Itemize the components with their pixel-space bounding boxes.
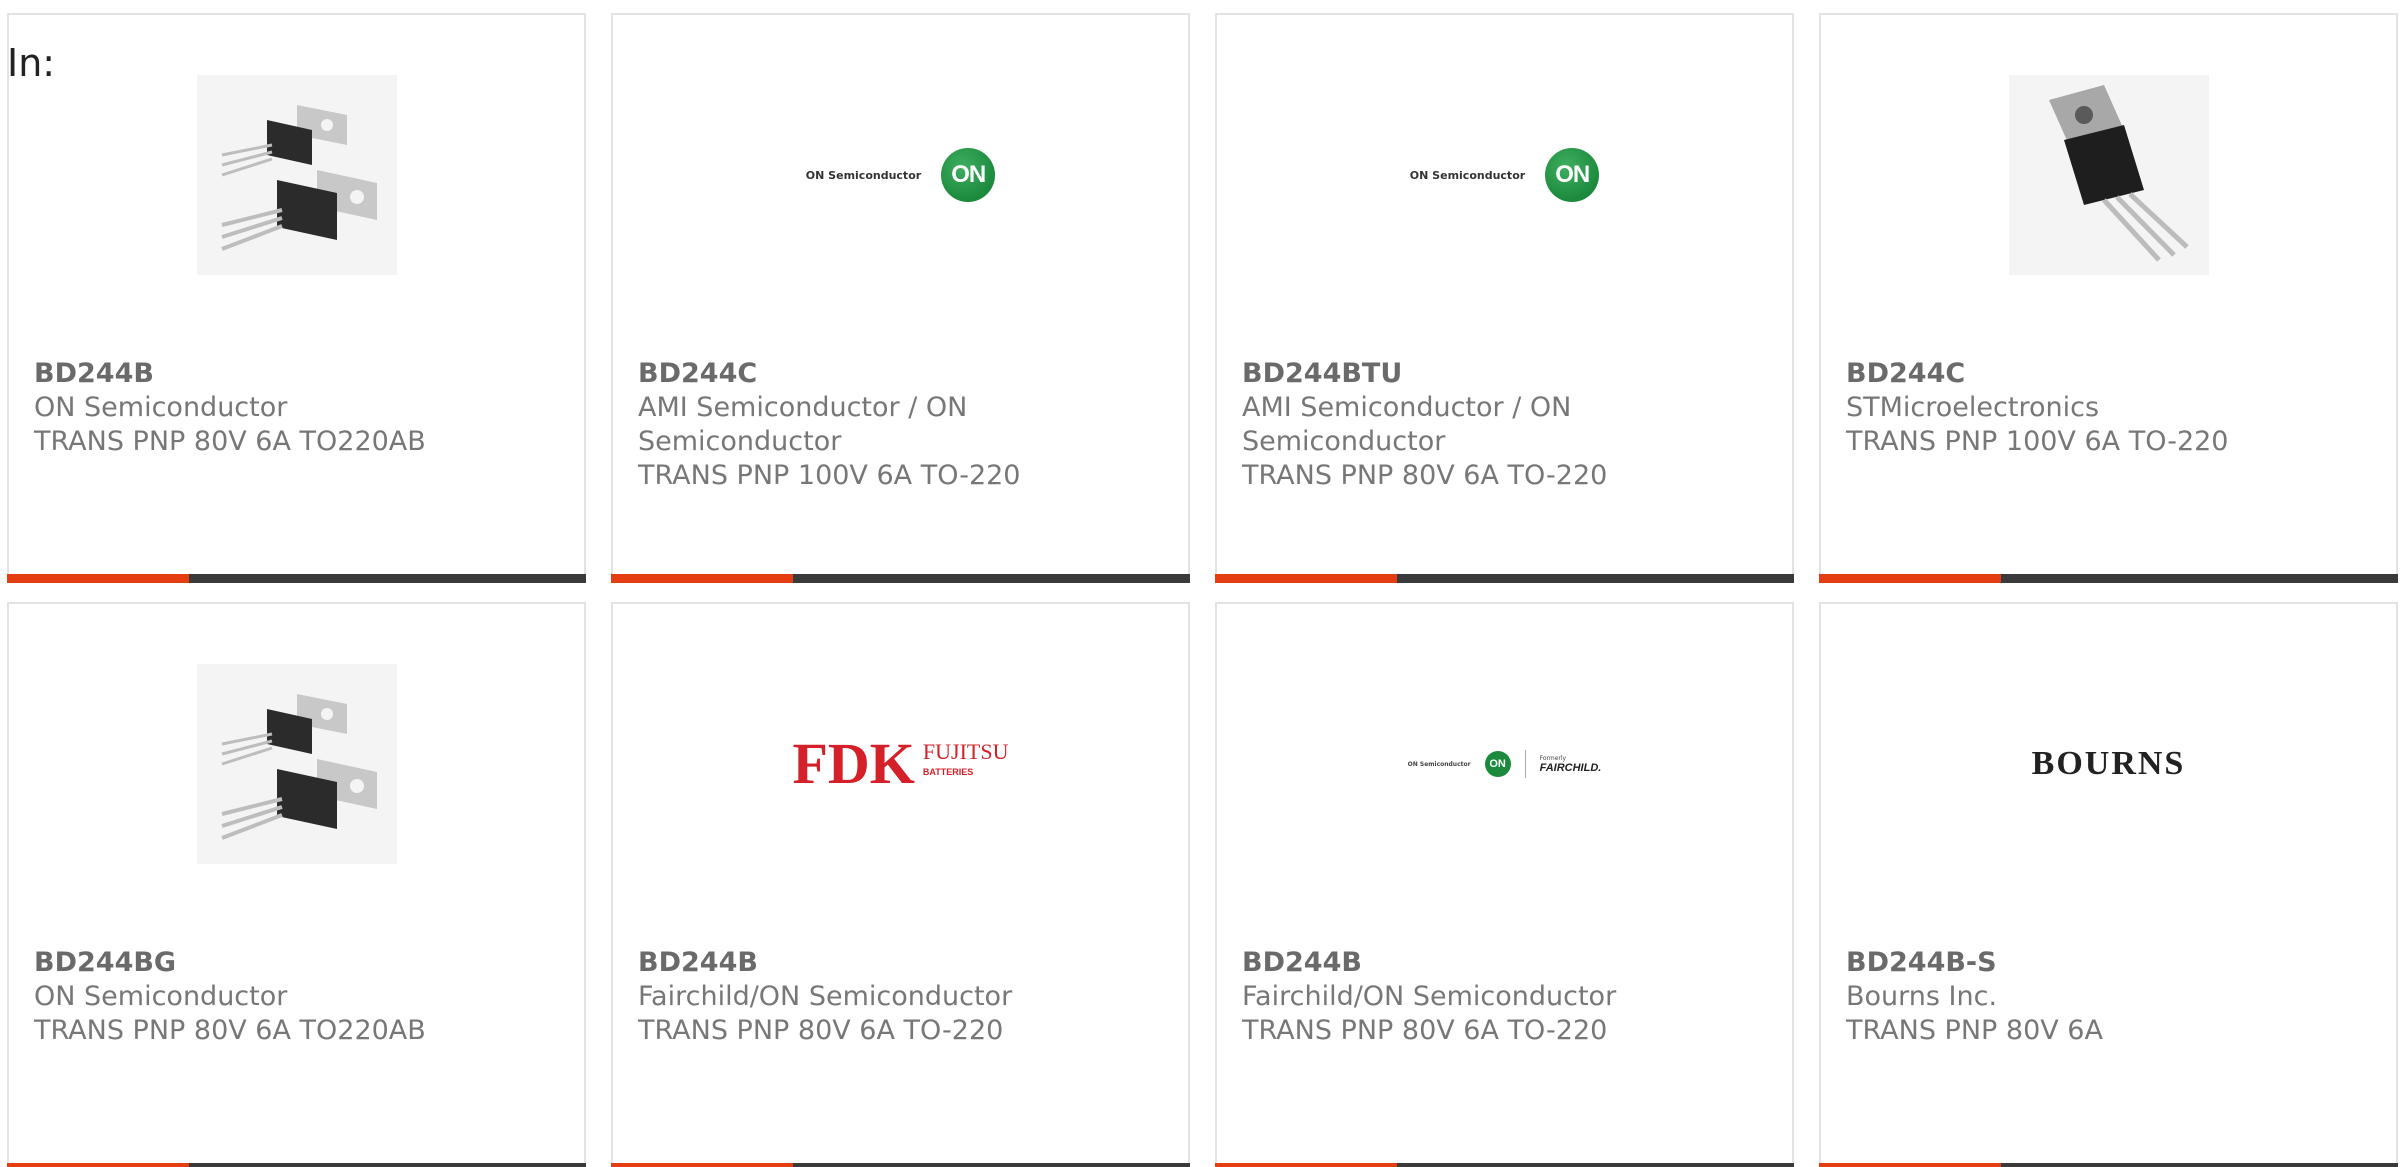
- product-card[interactable]: BD244B ON Semiconductor TRANS PNP 80V 6A…: [7, 13, 586, 583]
- description: TRANS PNP 80V 6A: [1846, 1015, 2103, 1046]
- card-bar-accent: [611, 1163, 793, 1167]
- card-bottom-bar: [1819, 1163, 2398, 1167]
- card-bar-accent: [611, 574, 793, 583]
- description: TRANS PNP 100V 6A TO-220: [1846, 426, 2229, 457]
- manufacturer: AMI Semiconductor / ON Semiconductor: [1242, 392, 1572, 457]
- transistor-pair-photo: [196, 75, 397, 275]
- product-image: [1821, 65, 2396, 285]
- product-image: FDK FUJITSU BATTERIES: [613, 654, 1188, 874]
- product-image: [9, 65, 584, 285]
- card-bottom-bar: [7, 1163, 586, 1167]
- part-number[interactable]: BD244B: [1242, 946, 1772, 980]
- description: TRANS PNP 100V 6A TO-220: [638, 460, 1021, 491]
- product-card[interactable]: FDK FUJITSU BATTERIES BD244B Fairchild/O…: [611, 602, 1190, 1167]
- card-bar-accent: [1819, 574, 2001, 583]
- part-number[interactable]: BD244BTU: [1242, 357, 1772, 391]
- manufacturer: AMI Semiconductor / ON Semiconductor: [638, 392, 968, 457]
- manufacturer: Fairchild/ON Semiconductor: [1242, 981, 1617, 1012]
- card-bar-accent: [7, 574, 189, 583]
- on-semiconductor-logo: ON Semiconductor ON: [806, 148, 996, 202]
- part-number[interactable]: BD244C: [1846, 357, 2376, 391]
- fdk-fujitsu-logo: FDK FUJITSU BATTERIES: [792, 731, 1009, 796]
- product-card[interactable]: BD244BG ON Semiconductor TRANS PNP 80V 6…: [7, 602, 586, 1167]
- card-bar-accent: [7, 1163, 189, 1167]
- product-results-page: In: BD244B ON Semiconductor TRANS PNP 80…: [0, 0, 2400, 1167]
- card-bottom-bar: [611, 1163, 1190, 1167]
- card-bottom-bar: [1819, 574, 2398, 583]
- part-number[interactable]: BD244B: [34, 357, 564, 391]
- card-bottom-bar: [1215, 1163, 1794, 1167]
- product-image: ON Semiconductor ON: [613, 65, 1188, 285]
- card-bar-accent: [1819, 1163, 2001, 1167]
- manufacturer: STMicroelectronics: [1846, 392, 2100, 423]
- product-grid: BD244B ON Semiconductor TRANS PNP 80V 6A…: [7, 13, 2398, 1167]
- manufacturer: Fairchild/ON Semiconductor: [638, 981, 1013, 1012]
- product-image: [9, 654, 584, 874]
- product-card[interactable]: BOURNS BD244B-S Bourns Inc. TRANS PNP 80…: [1819, 602, 2398, 1167]
- filter-in-label: In:: [7, 41, 56, 85]
- product-card[interactable]: ON Semiconductor ON Formerly FAIRCHILD. …: [1215, 602, 1794, 1167]
- product-image: BOURNS: [1821, 654, 2396, 874]
- description: TRANS PNP 80V 6A TO220AB: [34, 426, 426, 457]
- product-image: ON Semiconductor ON Formerly FAIRCHILD.: [1217, 654, 1792, 874]
- card-bottom-bar: [611, 574, 1190, 583]
- bourns-logo: BOURNS: [2031, 745, 2186, 782]
- manufacturer: Bourns Inc.: [1846, 981, 1998, 1012]
- description: TRANS PNP 80V 6A TO220AB: [34, 1015, 426, 1046]
- transistor-pair-photo: [196, 664, 397, 864]
- description: TRANS PNP 80V 6A TO-220: [1242, 460, 1608, 491]
- part-number[interactable]: BD244BG: [34, 946, 564, 980]
- description: TRANS PNP 80V 6A TO-220: [1242, 1015, 1608, 1046]
- manufacturer: ON Semiconductor: [34, 392, 288, 423]
- card-bottom-bar: [1215, 574, 1794, 583]
- product-image: ON Semiconductor ON: [1217, 65, 1792, 285]
- card-bar-accent: [1215, 574, 1397, 583]
- product-card[interactable]: ON Semiconductor ON BD244C AMI Semicondu…: [611, 13, 1190, 583]
- product-card[interactable]: ON Semiconductor ON BD244BTU AMI Semicon…: [1215, 13, 1794, 583]
- transistor-single-photo: [2008, 75, 2209, 275]
- card-bar-accent: [1215, 1163, 1397, 1167]
- part-number[interactable]: BD244C: [638, 357, 1168, 391]
- manufacturer: ON Semiconductor: [34, 981, 288, 1012]
- part-number[interactable]: BD244B: [638, 946, 1168, 980]
- part-number[interactable]: BD244B-S: [1846, 946, 2376, 980]
- on-fairchild-logo: ON Semiconductor ON Formerly FAIRCHILD.: [1408, 750, 1601, 778]
- card-bottom-bar: [7, 574, 586, 583]
- on-semiconductor-logo: ON Semiconductor ON: [1410, 148, 1600, 202]
- description: TRANS PNP 80V 6A TO-220: [638, 1015, 1004, 1046]
- product-card[interactable]: BD244C STMicroelectronics TRANS PNP 100V…: [1819, 13, 2398, 583]
